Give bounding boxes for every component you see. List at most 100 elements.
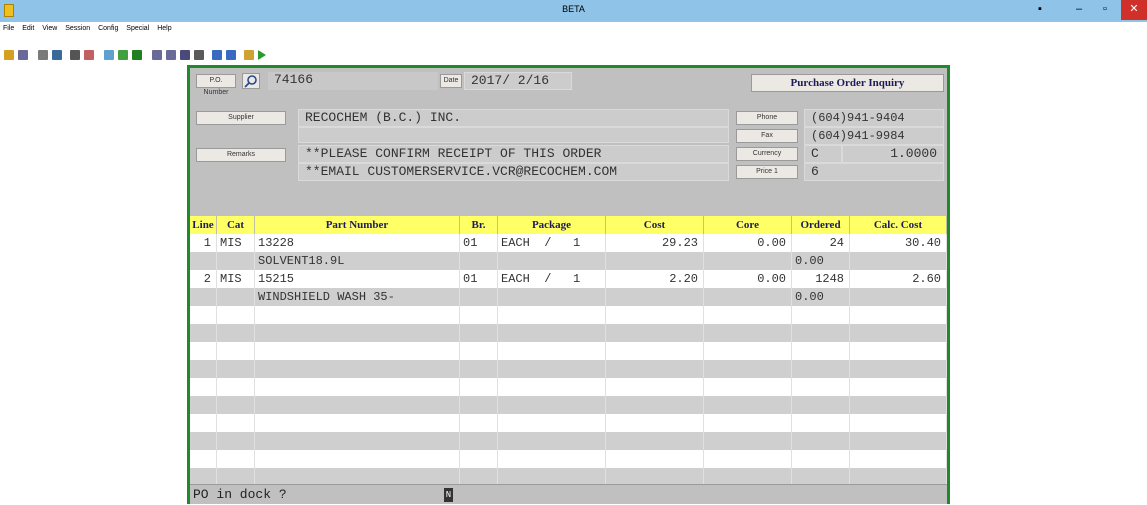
table-row[interactable] — [190, 324, 947, 342]
input-cursor[interactable]: N — [444, 488, 453, 502]
keyboard-icon[interactable] — [194, 50, 204, 60]
table-row[interactable]: WINDSHIELD WASH 35- 0.00 — [190, 288, 947, 306]
menu-edit[interactable]: Edit — [19, 22, 37, 32]
date-field[interactable]: 2017/ 2/16 — [464, 72, 572, 90]
toolbar — [0, 37, 1147, 63]
menu-config[interactable]: Config — [95, 22, 121, 32]
cell-ordered: 0.00 — [792, 288, 850, 306]
cell-calc — [850, 306, 947, 324]
currency-label[interactable]: Currency — [736, 147, 798, 161]
col-part-number[interactable]: Part Number — [255, 216, 460, 234]
macro-icon[interactable] — [244, 50, 254, 60]
col-branch[interactable]: Br. — [460, 216, 498, 234]
open-folder-icon[interactable] — [4, 50, 14, 60]
menu-view[interactable]: View — [39, 22, 60, 32]
cell-calc — [850, 360, 947, 378]
cell-calc: 30.40 — [850, 234, 947, 252]
table-row[interactable]: 1 MIS 13228 01 EACH / 1 29.23 0.00 24 30.40 — [190, 234, 947, 252]
close-icon[interactable]: ✕ — [1121, 0, 1147, 20]
cell-ordered: 0.00 — [792, 252, 850, 270]
screen-icon[interactable] — [118, 50, 128, 60]
menu-help[interactable]: Help — [154, 22, 174, 32]
cell-core: 0.00 — [704, 270, 792, 288]
price-label[interactable]: Price 1 — [736, 165, 798, 179]
cell-line — [190, 252, 217, 270]
table-row[interactable] — [190, 378, 947, 396]
cell-ordered: 24 — [792, 234, 850, 252]
table-row[interactable] — [190, 396, 947, 414]
cell-cost — [606, 432, 704, 450]
menu-special[interactable]: Special — [123, 22, 152, 32]
col-package[interactable]: Package — [498, 216, 606, 234]
cell-calc — [850, 342, 947, 360]
col-core[interactable]: Core — [704, 216, 792, 234]
save-icon[interactable] — [18, 50, 28, 60]
cursor-icon[interactable] — [212, 50, 222, 60]
supplier-button[interactable]: Supplier — [196, 111, 286, 125]
cell-part: SOLVENT18.9L — [255, 252, 460, 270]
cell-ordered — [792, 414, 850, 432]
camera-icon[interactable] — [152, 50, 162, 60]
cell-cat — [217, 342, 255, 360]
date-label[interactable]: Date — [440, 74, 462, 88]
print-icon[interactable] — [70, 50, 80, 60]
cell-part — [255, 450, 460, 468]
cell-line — [190, 450, 217, 468]
table-row[interactable]: 2 MIS 15215 01 EACH / 1 2.20 0.00 1248 2.60 — [190, 270, 947, 288]
cell-pkg — [498, 324, 606, 342]
play-icon[interactable] — [258, 50, 266, 60]
cell-core — [704, 450, 792, 468]
cell-br: 01 — [460, 270, 498, 288]
maximize-icon[interactable]: ▫ — [1092, 0, 1118, 20]
cell-br — [460, 450, 498, 468]
window-icon[interactable] — [104, 50, 114, 60]
image-icon[interactable] — [132, 50, 142, 60]
cell-cat — [217, 252, 255, 270]
phone-label[interactable]: Phone — [736, 111, 798, 125]
po-number-label[interactable]: P.O. Number — [196, 74, 236, 96]
pointer-icon[interactable] — [226, 50, 236, 60]
col-line[interactable]: Line — [190, 216, 217, 234]
table-row[interactable] — [190, 432, 947, 450]
col-cat[interactable]: Cat — [217, 216, 255, 234]
search-icon[interactable] — [242, 73, 260, 89]
table-row[interactable] — [190, 360, 947, 378]
cell-part — [255, 432, 460, 450]
cell-core — [704, 378, 792, 396]
cell-part — [255, 396, 460, 414]
cell-cat — [217, 360, 255, 378]
po-number-field[interactable]: 74166 — [268, 72, 438, 90]
table-row[interactable]: SOLVENT18.9L 0.00 — [190, 252, 947, 270]
cell-line: 1 — [190, 234, 217, 252]
cell-ordered — [792, 396, 850, 414]
table-row[interactable] — [190, 342, 947, 360]
col-ordered[interactable]: Ordered — [792, 216, 850, 234]
col-cost[interactable]: Cost — [606, 216, 704, 234]
cell-cat: MIS — [217, 234, 255, 252]
remarks-button[interactable]: Remarks — [196, 148, 286, 162]
table-row[interactable] — [190, 414, 947, 432]
tools-icon[interactable] — [180, 50, 190, 60]
cell-cat — [217, 450, 255, 468]
minimize-icon[interactable]: – — [1066, 0, 1092, 20]
table-row[interactable] — [190, 306, 947, 324]
cell-part — [255, 324, 460, 342]
fax-label[interactable]: Fax — [736, 129, 798, 143]
price-field: 6 — [804, 163, 944, 181]
col-calc-cost[interactable]: Calc. Cost — [850, 216, 947, 234]
cell-calc — [850, 396, 947, 414]
paste-icon[interactable] — [52, 50, 62, 60]
phone-field: (604)941-9404 — [804, 109, 944, 127]
record-icon[interactable] — [166, 50, 176, 60]
grid-body: 1 MIS 13228 01 EACH / 1 29.23 0.00 24 30.40 SOLVE… — [190, 234, 947, 486]
menu-file[interactable]: File — [0, 22, 17, 32]
copy-icon[interactable] — [38, 50, 48, 60]
print-setup-icon[interactable] — [84, 50, 94, 60]
cell-pkg — [498, 378, 606, 396]
table-row[interactable] — [190, 450, 947, 468]
cell-ordered — [792, 450, 850, 468]
pin-icon[interactable]: ▪ — [1030, 0, 1050, 20]
status-line: PO in dock ? N — [190, 484, 947, 504]
cell-core — [704, 414, 792, 432]
menu-session[interactable]: Session — [62, 22, 93, 32]
